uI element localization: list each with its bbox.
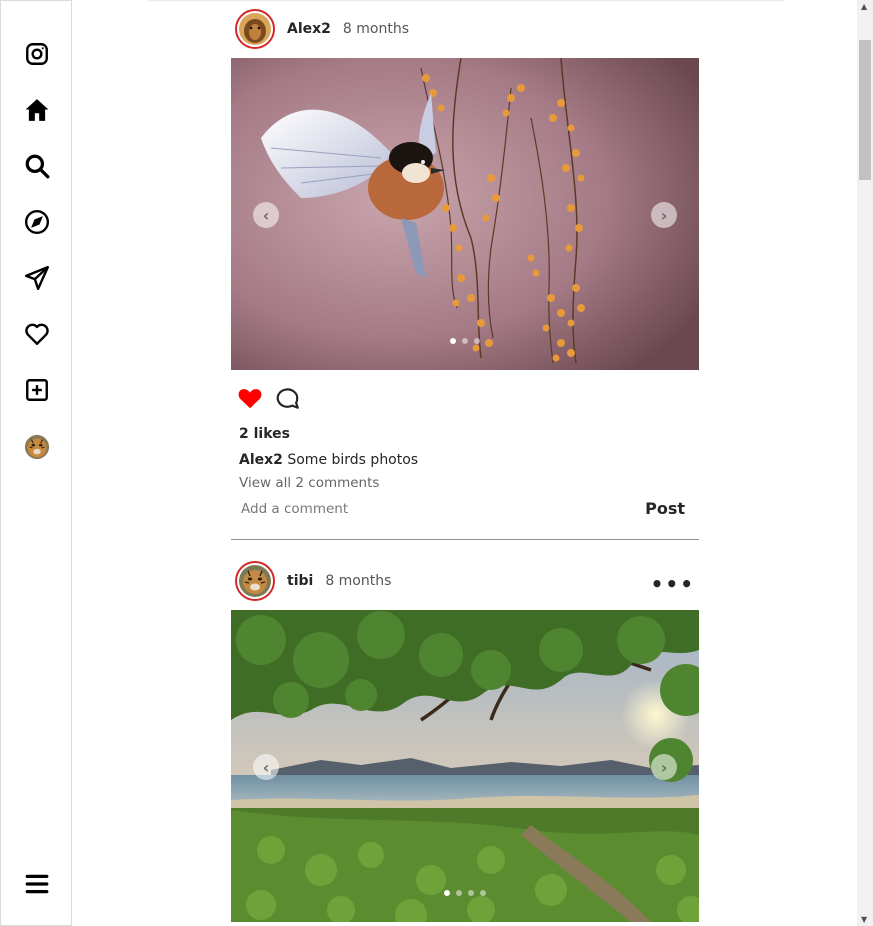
search-icon[interactable] [23, 152, 51, 180]
caption-username[interactable]: Alex2 [239, 452, 283, 468]
carousel-dot[interactable] [450, 338, 456, 344]
profile-avatar[interactable] [23, 433, 51, 461]
scrollbar-thumb[interactable] [859, 40, 871, 180]
carousel-dot[interactable] [468, 890, 474, 896]
carousel-prev-button[interactable]: ‹ [253, 754, 279, 780]
explore-compass-icon[interactable] [23, 208, 51, 236]
carousel-dot[interactable] [462, 338, 468, 344]
post-photo-landscape[interactable]: ‹ › [231, 610, 699, 922]
caption-text: Some birds photos [282, 452, 419, 468]
create-plus-icon[interactable] [23, 376, 51, 404]
hamburger-menu-icon[interactable] [23, 870, 51, 898]
scroll-down-arrow-icon[interactable]: ▼ [861, 915, 867, 924]
bird-photo-image [231, 58, 699, 370]
comment-input[interactable] [231, 501, 611, 517]
instagram-logo-icon[interactable] [23, 40, 51, 68]
carousel-dot[interactable] [456, 890, 462, 896]
view-all-comments-link[interactable]: View all 2 comments [231, 475, 699, 491]
post-actions [231, 370, 699, 426]
vertical-scrollbar[interactable]: ▲ ▼ [857, 0, 873, 926]
post-caption: Alex2 Some birds photos [231, 452, 699, 468]
messages-send-icon[interactable] [23, 264, 51, 292]
like-heart-icon[interactable] [237, 385, 263, 411]
comment-row: Post [231, 495, 699, 523]
post: Alex2 8 months ‹ › 2 likes Alex2 Some bi… [231, 0, 699, 540]
post-username[interactable]: tibi [287, 573, 313, 589]
post-avatar[interactable] [235, 561, 275, 601]
post-username[interactable]: Alex2 [287, 21, 331, 37]
post-avatar-image [239, 13, 271, 45]
carousel-dots [231, 890, 699, 896]
more-options-icon[interactable]: ••• [651, 572, 695, 596]
carousel-dot[interactable] [444, 890, 450, 896]
carousel-prev-button[interactable]: ‹ [253, 202, 279, 228]
post-avatar-image [239, 565, 271, 597]
post-header: tibi 8 months ••• [231, 552, 699, 610]
notifications-heart-icon[interactable] [23, 320, 51, 348]
sidebar [0, 0, 72, 926]
feed: Alex2 8 months ‹ › 2 likes Alex2 Some bi… [231, 0, 699, 922]
scroll-up-arrow-icon[interactable]: ▲ [861, 2, 867, 11]
post-header: Alex2 8 months [231, 0, 699, 58]
post-time: 8 months [325, 573, 392, 589]
post-avatar[interactable] [235, 9, 275, 49]
carousel-dot[interactable] [480, 890, 486, 896]
post: tibi 8 months ••• ‹ › [231, 552, 699, 922]
post-photo-birds[interactable]: ‹ › [231, 58, 699, 370]
home-icon[interactable] [23, 96, 51, 124]
likes-count[interactable]: 2 likes [231, 426, 699, 446]
carousel-dot[interactable] [474, 338, 480, 344]
carousel-dots [231, 338, 699, 344]
post-comment-button[interactable]: Post [645, 499, 685, 518]
comment-bubble-icon[interactable] [275, 385, 301, 411]
post-time: 8 months [342, 21, 409, 37]
landscape-photo-image [231, 610, 699, 922]
carousel-next-button[interactable]: › [651, 202, 677, 228]
carousel-next-button[interactable]: › [651, 754, 677, 780]
post-divider [231, 523, 699, 540]
